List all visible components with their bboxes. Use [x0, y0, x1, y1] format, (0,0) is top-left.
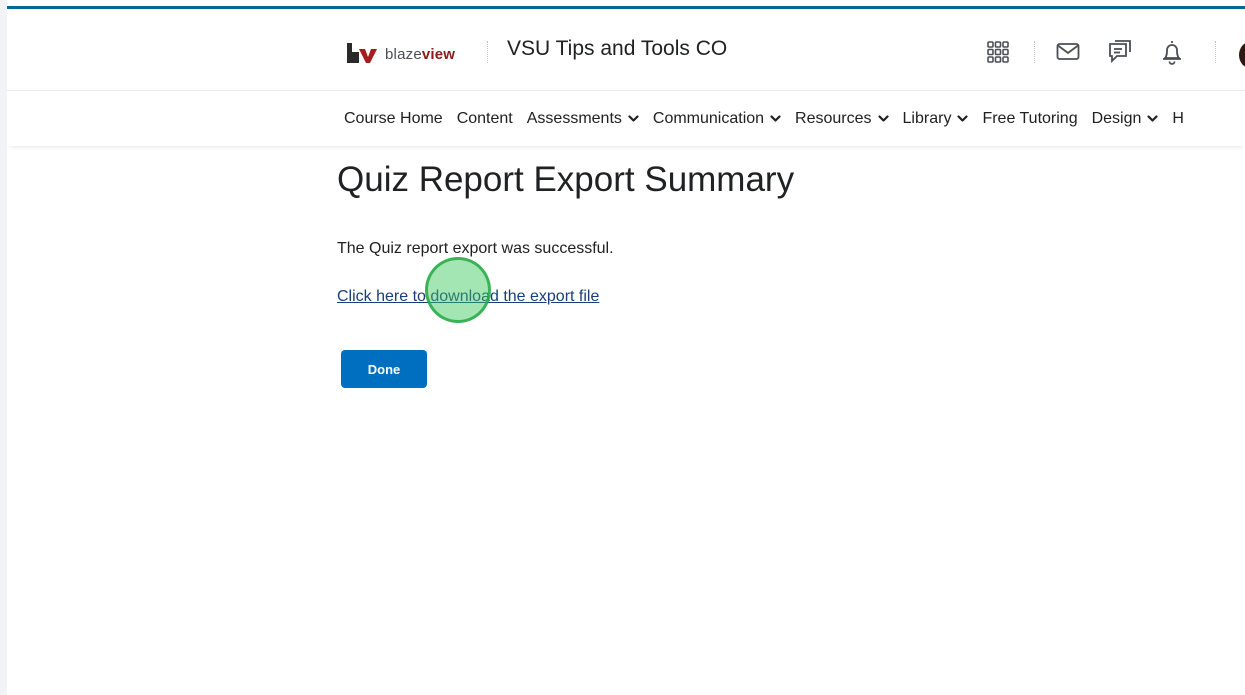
brand-word-prefix: blaze: [385, 45, 422, 63]
course-navbar: Course Home Content Assessments Communicati…: [7, 92, 1245, 146]
chevron-down-icon: [1147, 115, 1159, 123]
nav-item-library[interactable]: Library: [896, 92, 976, 146]
done-button[interactable]: Done: [341, 350, 427, 388]
nav-item-label: Library: [902, 110, 952, 127]
nav-item-course-home[interactable]: Course Home: [337, 92, 450, 146]
nav-item-label: Course Home: [344, 110, 443, 127]
nav-item-free-tutoring[interactable]: Free Tutoring: [975, 92, 1084, 146]
nav-item-design[interactable]: Design: [1085, 92, 1166, 146]
mail-icon[interactable]: [1053, 37, 1083, 67]
browser-viewport: blazeview VSU Tips and Tools CO Course H…: [7, 0, 1245, 695]
chat-icon[interactable]: [1105, 37, 1135, 67]
click-indicator: [425, 257, 491, 323]
waffle-grid-icon[interactable]: [983, 37, 1013, 67]
nav-item-h[interactable]: H: [1165, 92, 1191, 146]
nav-item-label: Communication: [652, 110, 765, 127]
chevron-down-icon: [957, 115, 969, 123]
nav-item-label: H: [1172, 110, 1184, 127]
user-avatar[interactable]: [1239, 42, 1245, 68]
course-title[interactable]: VSU Tips and Tools CO: [507, 37, 727, 61]
nav-item-label: Resources: [795, 110, 872, 127]
brand-word-suffix: view: [421, 45, 456, 63]
bv-logo-icon: [347, 43, 377, 65]
nav-items: Course Home Content Assessments Communicati…: [337, 92, 1191, 146]
success-message: The Quiz report export was successful.: [337, 240, 614, 257]
chevron-down-icon: [770, 115, 781, 123]
header-divider: [1034, 41, 1035, 63]
nav-item-resources[interactable]: Resources: [788, 92, 895, 146]
brand-logo[interactable]: blazeview: [347, 40, 455, 68]
nav-item-label: Free Tutoring: [982, 110, 1078, 127]
nav-item-communication[interactable]: Communication: [646, 92, 788, 146]
nav-item-assessments[interactable]: Assessments: [520, 92, 646, 146]
header-divider: [487, 41, 488, 63]
brand-wordmark: blazeview: [385, 46, 455, 63]
header: blazeview VSU Tips and Tools CO: [7, 9, 1245, 91]
bell-icon[interactable]: [1157, 37, 1187, 67]
chevron-down-icon: [628, 115, 639, 123]
nav-item-content[interactable]: Content: [450, 92, 520, 146]
header-divider: [1215, 41, 1216, 63]
page-title: Quiz Report Export Summary: [337, 160, 795, 199]
chevron-down-icon: [877, 115, 889, 123]
nav-item-label: Content: [456, 110, 513, 127]
nav-item-label: Design: [1091, 110, 1142, 127]
nav-item-label: Assessments: [526, 110, 622, 127]
